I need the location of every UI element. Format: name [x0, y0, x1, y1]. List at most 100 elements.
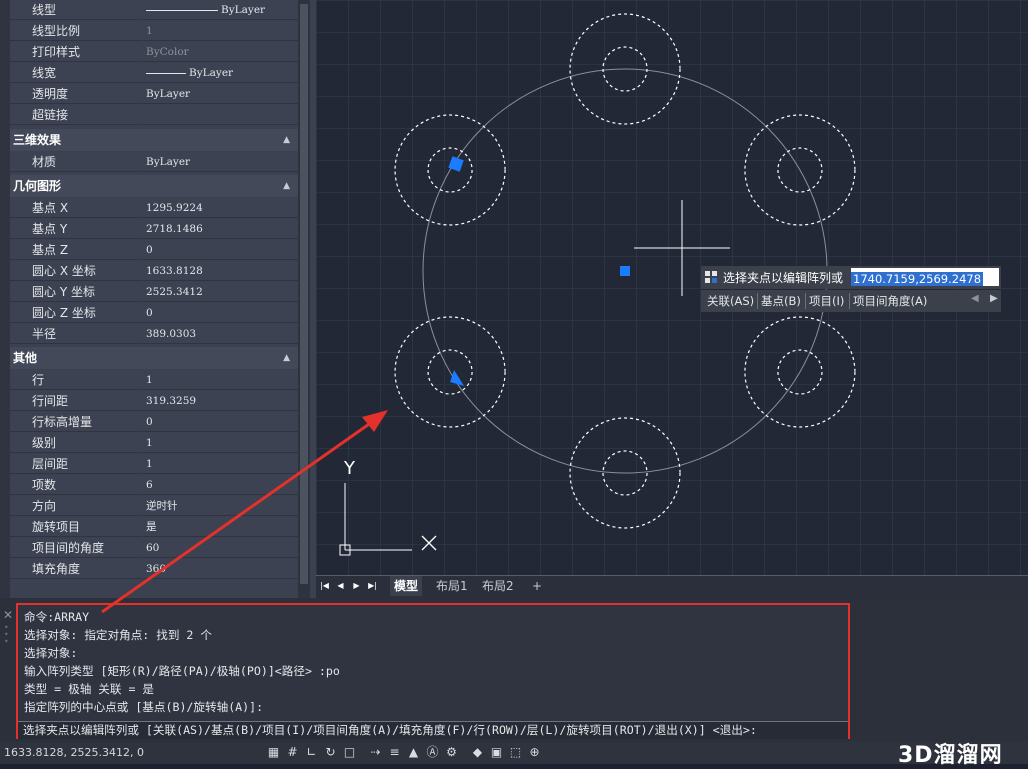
property-value[interactable]: 6	[143, 475, 298, 495]
property-value[interactable]: ByLayer	[143, 84, 298, 104]
isolate-icon[interactable]: ◆	[470, 745, 485, 760]
palette-title-strip[interactable]	[0, 0, 10, 598]
property-row[interactable]: 圆心 Z 坐标 0	[10, 303, 298, 323]
property-row[interactable]: 旋转项目是	[10, 517, 298, 537]
property-value[interactable]: 360	[143, 559, 298, 579]
property-row[interactable]: 材质 ByLayer	[10, 152, 298, 172]
ortho-icon[interactable]: ∟	[304, 745, 319, 760]
property-label: 透明度	[10, 84, 142, 104]
property-value[interactable]: 1	[143, 433, 298, 453]
osnap-icon[interactable]: □	[342, 745, 357, 760]
tooltip-prompt-row: 选择夹点以编辑阵列或 1740.7159,2569.2478	[701, 266, 1001, 289]
collapse-icon[interactable]: ▲	[283, 129, 290, 151]
selection-cycling-icon[interactable]: ▲	[406, 745, 421, 760]
property-value[interactable]: 389.0303	[143, 324, 298, 344]
first-tab-icon[interactable]: |◀	[318, 578, 331, 594]
property-label: 打印样式	[10, 42, 142, 62]
property-value[interactable]: 逆时针	[143, 496, 298, 516]
property-row[interactable]: 项数 6	[10, 475, 298, 495]
property-value[interactable]: 2525.3412	[143, 282, 298, 302]
tab-layout1[interactable]: 布局1	[432, 576, 472, 596]
property-row[interactable]: 基点 Z0	[10, 240, 298, 260]
workspace-icon[interactable]: ⚙	[444, 745, 459, 760]
property-row[interactable]: 圆心 X 坐标 1633.8128	[10, 261, 298, 281]
property-value[interactable]	[143, 105, 298, 125]
customize-icon[interactable]: ⊕	[527, 745, 542, 760]
property-value[interactable]: 319.3259	[143, 391, 298, 411]
collapse-icon[interactable]: ▲	[283, 175, 290, 197]
dynamic-input-tooltip[interactable]: 选择夹点以编辑阵列或 1740.7159,2569.2478 关联(AS) 基点…	[701, 266, 1001, 312]
add-layout-button[interactable]: +	[532, 576, 542, 596]
property-row[interactable]: 超链接	[10, 105, 298, 125]
annotation-scale-icon[interactable]: Ⓐ	[425, 745, 440, 760]
property-value[interactable]: 60	[143, 538, 298, 558]
property-label: 行间距	[10, 391, 142, 411]
tooltip-next-icon[interactable]: ▶	[990, 293, 998, 304]
tooltip-option-items[interactable]: 项目(I)	[809, 293, 844, 309]
command-input[interactable]: 选择夹点以编辑阵列或 [关联(AS)/基点(B)/项目(I)/项目间角度(A)/…	[18, 721, 848, 739]
section-header[interactable]: 三维效果 ▲	[10, 129, 298, 151]
property-row[interactable]: 行1	[10, 370, 298, 390]
tooltip-option-basepoint[interactable]: 基点(B)	[761, 293, 801, 309]
property-value[interactable]: 2718.1486	[143, 219, 298, 239]
close-icon[interactable]: ✕	[3, 608, 13, 622]
property-row[interactable]: 线型 ByLayer	[10, 0, 298, 20]
property-row[interactable]: 打印样式 ByColor	[10, 42, 298, 62]
property-row[interactable]: 基点 Y 2718.1486	[10, 219, 298, 239]
property-value[interactable]: 1	[143, 370, 298, 390]
palette-scrollbar[interactable]	[298, 0, 310, 598]
tooltip-option-associative[interactable]: 关联(AS)	[707, 293, 754, 309]
property-row[interactable]: 行标高增量 0	[10, 412, 298, 432]
model-space-icon[interactable]: ▦	[266, 745, 281, 760]
hardware-icon[interactable]: ▣	[489, 745, 504, 760]
tooltip-prev-icon[interactable]: ◀	[971, 293, 979, 304]
property-value[interactable]: 1633.8128	[143, 261, 298, 281]
collapse-icon[interactable]: ▲	[283, 347, 290, 369]
last-tab-icon[interactable]: ▶|	[366, 578, 379, 594]
property-value[interactable]: 1	[143, 21, 298, 41]
property-value[interactable]: ByLayer	[143, 0, 298, 20]
property-value[interactable]: ByLayer	[143, 63, 298, 83]
section-header[interactable]: 几何图形 ▲	[10, 175, 298, 197]
property-value[interactable]: 0	[143, 412, 298, 432]
property-value[interactable]: ByColor	[143, 42, 298, 62]
property-value[interactable]: ByLayer	[143, 152, 298, 172]
coordinate-readout[interactable]: 1633.8128, 2525.3412, 0	[4, 744, 144, 762]
property-label: 线型	[10, 0, 142, 20]
property-row[interactable]: 项目间的角度 60	[10, 538, 298, 558]
property-value[interactable]: 0	[143, 303, 298, 323]
tab-model[interactable]: 模型	[390, 576, 423, 596]
property-value[interactable]: 0	[143, 240, 298, 260]
next-tab-icon[interactable]: ▶	[350, 578, 363, 594]
property-row[interactable]: 线宽 ByLayer	[10, 63, 298, 83]
property-row[interactable]: 方向 逆时针	[10, 496, 298, 516]
lineweight-icon[interactable]: ≡	[387, 745, 402, 760]
polar-icon[interactable]: ↻	[323, 745, 338, 760]
otrack-icon[interactable]: ⇢	[368, 745, 383, 760]
tooltip-value-input[interactable]: 1740.7159,2569.2478	[851, 268, 999, 286]
section-header[interactable]: 其他 ▲	[10, 347, 298, 369]
tooltip-option-angle[interactable]: 项目间角度(A)	[853, 293, 927, 309]
property-row[interactable]: 半径 389.0303	[10, 324, 298, 344]
linetype-swatch	[146, 72, 186, 74]
drawing-viewport[interactable]: Y 选择夹点以编辑阵列或 1740.7159,2569.2478 关联(AS) …	[316, 0, 1028, 575]
property-row[interactable]: 基点 X 1295.9224	[10, 198, 298, 218]
watermark-logo: 3D溜溜网	[898, 743, 1003, 768]
prev-tab-icon[interactable]: ◀	[334, 578, 347, 594]
property-row[interactable]: 填充角度 360	[10, 559, 298, 579]
property-row[interactable]: 行间距 319.3259	[10, 391, 298, 411]
property-row[interactable]: 透明度 ByLayer	[10, 84, 298, 104]
property-row[interactable]: 级别 1	[10, 433, 298, 453]
scroll-thumb[interactable]	[300, 4, 308, 584]
grid-icon[interactable]: #	[285, 745, 300, 760]
drag-handle-icon[interactable]: • • •	[4, 624, 9, 646]
command-line: 类型 = 极轴 关联 = 是	[24, 682, 155, 696]
property-row[interactable]: 层间距 1	[10, 454, 298, 474]
property-value[interactable]: 1	[143, 454, 298, 474]
property-row[interactable]: 线型比例 1	[10, 21, 298, 41]
tab-layout2[interactable]: 布局2	[478, 576, 518, 596]
property-value[interactable]: 1295.9224	[143, 198, 298, 218]
clean-screen-icon[interactable]: ⬚	[508, 745, 523, 760]
property-value[interactable]: 是	[143, 517, 298, 537]
property-row[interactable]: 圆心 Y 坐标 2525.3412	[10, 282, 298, 302]
